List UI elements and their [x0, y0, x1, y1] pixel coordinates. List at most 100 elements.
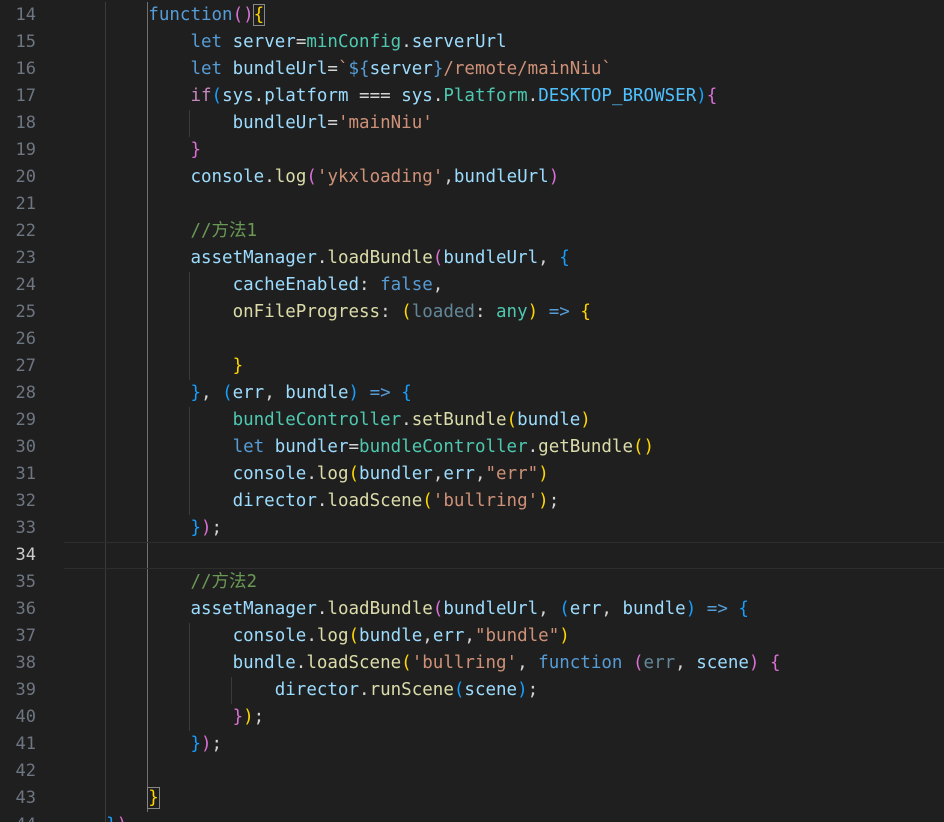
- code-line[interactable]: });: [64, 704, 944, 731]
- code-token: `: [337, 59, 349, 79]
- code-line[interactable]: }): [64, 812, 944, 822]
- code-line[interactable]: }: [64, 785, 944, 812]
- code-line[interactable]: console.log(bundler,err,"err"): [64, 461, 944, 488]
- line-number: 42: [15, 761, 36, 781]
- code-token: ;: [527, 680, 539, 700]
- line-number: 28: [15, 383, 36, 403]
- code-token: }: [147, 787, 160, 809]
- code-line[interactable]: [64, 191, 944, 218]
- code-line[interactable]: if(sys.platform === sys.Platform.DESKTOP…: [64, 83, 944, 110]
- code-line[interactable]: function(){: [64, 2, 944, 29]
- code-token: }: [232, 707, 244, 727]
- code-token: .: [527, 86, 539, 106]
- code-line[interactable]: onFileProgress: (loaded: any) => {: [64, 299, 944, 326]
- code-line[interactable]: cacheEnabled: false,: [64, 272, 944, 299]
- code-line[interactable]: let bundleUrl=`${server}/remote/mainNiu`: [64, 56, 944, 83]
- line-number: 19: [15, 140, 36, 160]
- code-token: ,: [538, 248, 560, 268]
- code-line[interactable]: console.log('ykxloading',bundleUrl): [64, 164, 944, 191]
- code-line[interactable]: }: [64, 353, 944, 380]
- code-line[interactable]: bundleUrl='mainNiu': [64, 110, 944, 137]
- code-line[interactable]: assetManager.loadBundle(bundleUrl, {: [64, 245, 944, 272]
- code-token: //方法1: [190, 221, 258, 241]
- line-number-gutter: 14 15 16 17 18 19 20 21 22 23 24 25 26 27 28 29 30 31 32 33…: [0, 0, 60, 822]
- line-number: 38: [15, 653, 36, 673]
- line-number: 30: [15, 437, 36, 457]
- code-token: bundle: [622, 599, 686, 619]
- line-number: 22: [15, 221, 36, 241]
- code-line[interactable]: let server=minConfig.serverUrl: [64, 29, 944, 56]
- line-number: 24: [15, 275, 36, 295]
- code-token: =>: [706, 599, 728, 619]
- code-token: server: [369, 59, 433, 79]
- code-line[interactable]: }, (err, bundle) => {: [64, 380, 944, 407]
- code-token: bundler: [274, 437, 349, 457]
- code-token: director: [274, 680, 360, 700]
- code-token: .: [316, 491, 328, 511]
- code-token: loadScene: [306, 653, 402, 673]
- code-token: bundler: [359, 464, 433, 484]
- code-token: ): [685, 599, 697, 619]
- code-token: console: [190, 167, 265, 187]
- code-token: ,: [675, 653, 697, 673]
- code-token: let: [190, 59, 223, 79]
- code-token: bundleController: [359, 437, 528, 457]
- code-token: .: [401, 32, 412, 52]
- code-token: ): [559, 626, 570, 646]
- code-token: }: [432, 59, 444, 79]
- code-area[interactable]: function(){ let server=minConfig.serverU…: [64, 0, 944, 822]
- code-token: .: [432, 86, 444, 106]
- line-number: 32: [15, 491, 36, 511]
- code-token: onFileProgress: [232, 302, 381, 322]
- code-token: bundleUrl: [443, 248, 539, 268]
- code-token: ): [243, 707, 254, 727]
- code-line[interactable]: }: [64, 137, 944, 164]
- code-token: ,: [538, 599, 560, 619]
- current-line[interactable]: [64, 542, 944, 569]
- code-line[interactable]: bundle.loadScene('bullring', function (e…: [64, 650, 944, 677]
- code-token: minConfig: [306, 32, 402, 52]
- code-line[interactable]: director.loadScene('bullring');: [64, 488, 944, 515]
- code-line[interactable]: assetManager.loadBundle(bundleUrl, (err,…: [64, 596, 944, 623]
- code-editor[interactable]: 14 15 16 17 18 19 20 21 22 23 24 25 26 27 28 29 30 31 32 33…: [0, 0, 944, 822]
- code-line[interactable]: //方法2: [64, 569, 944, 596]
- code-line[interactable]: //方法1: [64, 218, 944, 245]
- code-line[interactable]: console.log(bundle,err,"bundle"): [64, 623, 944, 650]
- code-token: ,: [464, 626, 475, 646]
- code-line[interactable]: });: [64, 731, 944, 758]
- code-line[interactable]: [64, 326, 944, 353]
- code-token: :: [380, 302, 402, 322]
- code-token: {: [706, 86, 718, 106]
- code-line[interactable]: let bundler=bundleController.getBundle(): [64, 434, 944, 461]
- code-token: (: [432, 248, 444, 268]
- code-line[interactable]: bundleController.setBundle(bundle): [64, 407, 944, 434]
- code-token: .: [306, 626, 317, 646]
- code-token: 'mainNiu': [337, 113, 433, 133]
- code-token: err: [643, 653, 676, 673]
- code-token: }: [106, 815, 117, 822]
- code-token: .: [316, 248, 328, 268]
- code-line[interactable]: [64, 758, 944, 785]
- line-number: 39: [15, 680, 36, 700]
- code-token: ): [548, 167, 560, 187]
- code-token: (: [222, 383, 233, 403]
- code-line[interactable]: director.runScene(scene);: [64, 677, 944, 704]
- code-line[interactable]: });: [64, 515, 944, 542]
- code-token: .: [264, 167, 275, 187]
- code-token: =: [348, 437, 360, 457]
- code-token: ,: [601, 599, 623, 619]
